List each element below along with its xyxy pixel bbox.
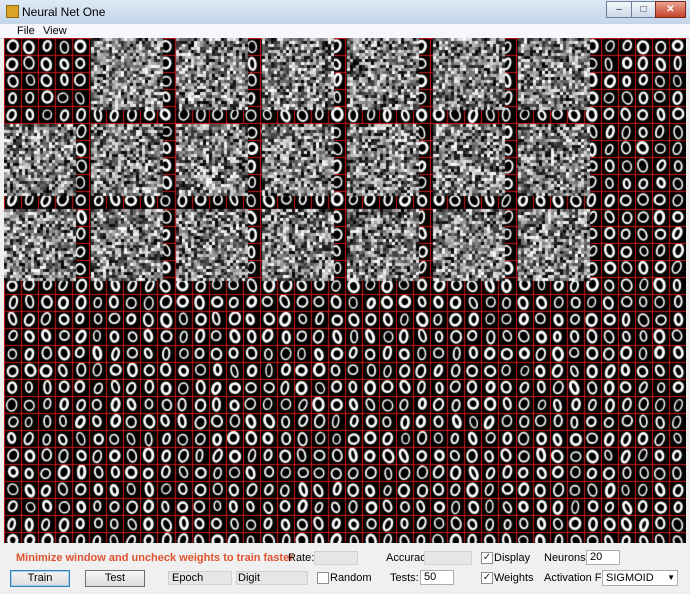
neurons-label: Neurons:: [544, 552, 589, 564]
app-icon: [6, 5, 19, 18]
rate-value: [314, 551, 358, 565]
menu-file[interactable]: File: [17, 25, 35, 37]
random-label: Random: [330, 572, 372, 584]
tests-input[interactable]: 50: [420, 570, 454, 585]
activation-label: Activation Fn:: [544, 572, 611, 584]
train-button[interactable]: Train: [10, 570, 70, 587]
neurons-input[interactable]: 20: [586, 550, 620, 565]
chevron-down-icon: ▼: [667, 573, 675, 582]
network-visualization: [4, 38, 686, 543]
window-title: Neural Net One: [22, 5, 106, 19]
weights-checkbox[interactable]: ✓: [481, 572, 493, 584]
tests-label: Tests:: [390, 572, 419, 584]
display-checkbox[interactable]: ✓: [481, 552, 493, 564]
epoch-readout: Epoch: [168, 571, 232, 585]
weights-label: Weights: [494, 572, 534, 584]
weights-check-mark: ✓: [482, 572, 492, 583]
menu-bar: File View: [0, 24, 690, 39]
status-message: Minimize window and uncheck weights to t…: [16, 552, 294, 564]
minimize-button[interactable]: –: [606, 1, 632, 18]
digit-label: Digit: [238, 572, 261, 584]
random-checkbox[interactable]: [317, 572, 329, 584]
rate-label: Rate:: [288, 552, 315, 564]
digit-readout: Digit: [236, 571, 308, 585]
close-button[interactable]: ✕: [655, 1, 686, 18]
test-button[interactable]: Test: [85, 570, 145, 587]
activation-select[interactable]: SIGMOID ▼: [602, 570, 678, 586]
display-check-mark: ✓: [482, 552, 492, 563]
epoch-label: Epoch: [172, 572, 204, 584]
menu-view[interactable]: View: [43, 25, 67, 37]
digit-weight-grid-canvas: [4, 38, 686, 543]
activation-value: SIGMOID: [606, 572, 654, 584]
display-label: Display: [494, 552, 531, 564]
title-bar: Neural Net One – □ ✕: [0, 0, 690, 25]
maximize-button[interactable]: □: [631, 1, 656, 18]
accuracy-value: [424, 551, 472, 565]
